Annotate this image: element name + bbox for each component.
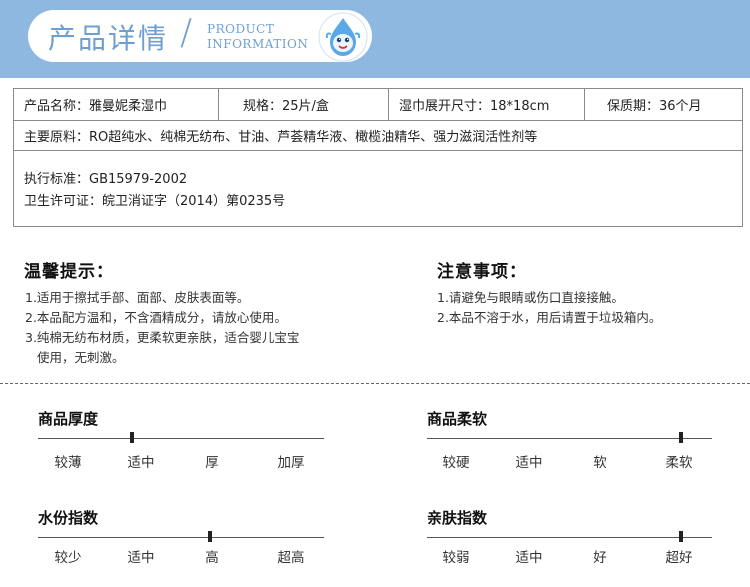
thickness-label: 较薄	[54, 455, 82, 471]
info-row-basic: 产品名称：雅曼妮柔湿巾 规格：25片/盒 湿巾展开尺寸：18*18cm 保质期：…	[14, 89, 742, 121]
water-level-marker	[207, 531, 212, 542]
softness-scale-line	[427, 438, 712, 439]
water-label: 超高	[277, 550, 305, 566]
product-size: 湿巾展开尺寸：18*18cm	[389, 89, 585, 120]
warm-tips-list: 1.适用于擦拭手部、面部、皮肤表面等。 2.本品配方温和，不含酒精成分，请放心使…	[25, 288, 299, 368]
warm-tips-title: 温馨提示：	[24, 262, 114, 282]
water-scale-line	[38, 537, 324, 538]
notice-item: 2.本品不溶于水，用后请置于垃圾箱内。	[437, 310, 662, 325]
softness-level-marker	[678, 432, 683, 443]
product-standard: 执行标准：GB15979-2002	[24, 172, 188, 187]
warm-tip-item: 2.本品配方温和，不含酒精成分，请放心使用。	[25, 310, 287, 325]
product-permit: 卫生许可证：皖卫消证字（2014）第0235号	[24, 194, 286, 209]
softness-label: 较硬	[442, 455, 470, 471]
title-divider: /	[180, 12, 193, 53]
thickness-label: 加厚	[277, 455, 305, 471]
product-spec: 规格：25片/盒	[219, 89, 389, 120]
softness-label: 适中	[515, 455, 543, 471]
english-subtitle-line1: PRODUCT	[207, 22, 275, 36]
notice-list: 1.请避免与眼睛或伤口直接接触。 2.本品不溶于水，用后请置于垃圾箱内。	[437, 288, 661, 328]
notice-item: 1.请避免与眼睛或伤口直接接触。	[437, 290, 624, 305]
warm-tip-item: 使用，无刺激。	[37, 350, 125, 365]
softness-label: 软	[593, 455, 607, 471]
product-shelf-life: 保质期：36个月	[607, 99, 702, 114]
page-title: 产品详情	[48, 22, 169, 55]
skin-label: 适中	[515, 550, 543, 566]
english-subtitle-line2: INFORMATION	[207, 37, 309, 51]
softness-label: 柔软	[665, 455, 693, 471]
product-name: 产品名称：雅曼妮柔湿巾	[14, 89, 219, 120]
product-ingredients: 主要原料：RO超纯水、纯棉无纺布、甘油、芦荟精华液、橄榄油精华、强力滋润活性剂等	[14, 121, 742, 151]
water-scale-title: 水份指数	[38, 509, 99, 527]
thickness-level-marker	[130, 432, 135, 443]
skin-level-marker	[678, 531, 683, 542]
product-info-table: 产品名称：雅曼妮柔湿巾 规格：25片/盒 湿巾展开尺寸：18*18cm 保质期：…	[13, 88, 743, 227]
skin-scale-title: 亲肤指数	[427, 509, 488, 527]
softness-scale-title: 商品柔软	[427, 410, 488, 428]
skin-label: 好	[593, 550, 607, 566]
notice-title: 注意事项：	[437, 262, 527, 282]
section-divider	[0, 383, 750, 384]
skin-label: 超好	[665, 550, 693, 566]
thickness-scale-title: 商品厚度	[38, 410, 99, 428]
thickness-scale-line	[38, 438, 324, 439]
header-band: 产品详情 / PRODUCT INFORMATION	[0, 0, 750, 78]
warm-tip-item: 1.适用于擦拭手部、面部、皮肤表面等。	[25, 290, 250, 305]
water-label: 适中	[127, 550, 155, 566]
english-subtitle: PRODUCT INFORMATION	[207, 22, 308, 52]
water-label: 较少	[54, 550, 82, 566]
water-label: 高	[205, 550, 219, 566]
info-row-standards: 执行标准：GB15979-2002 卫生许可证：皖卫消证字（2014）第0235…	[14, 151, 742, 226]
skin-scale-line	[427, 537, 712, 538]
skin-label: 较弱	[442, 550, 470, 566]
thickness-label: 厚	[205, 455, 219, 471]
warm-tip-item: 3.纯棉无纺布材质，更柔软更亲肤，适合婴儿宝宝	[25, 330, 300, 345]
thickness-label: 适中	[127, 455, 155, 471]
water-drop-mascot-icon	[318, 12, 368, 62]
